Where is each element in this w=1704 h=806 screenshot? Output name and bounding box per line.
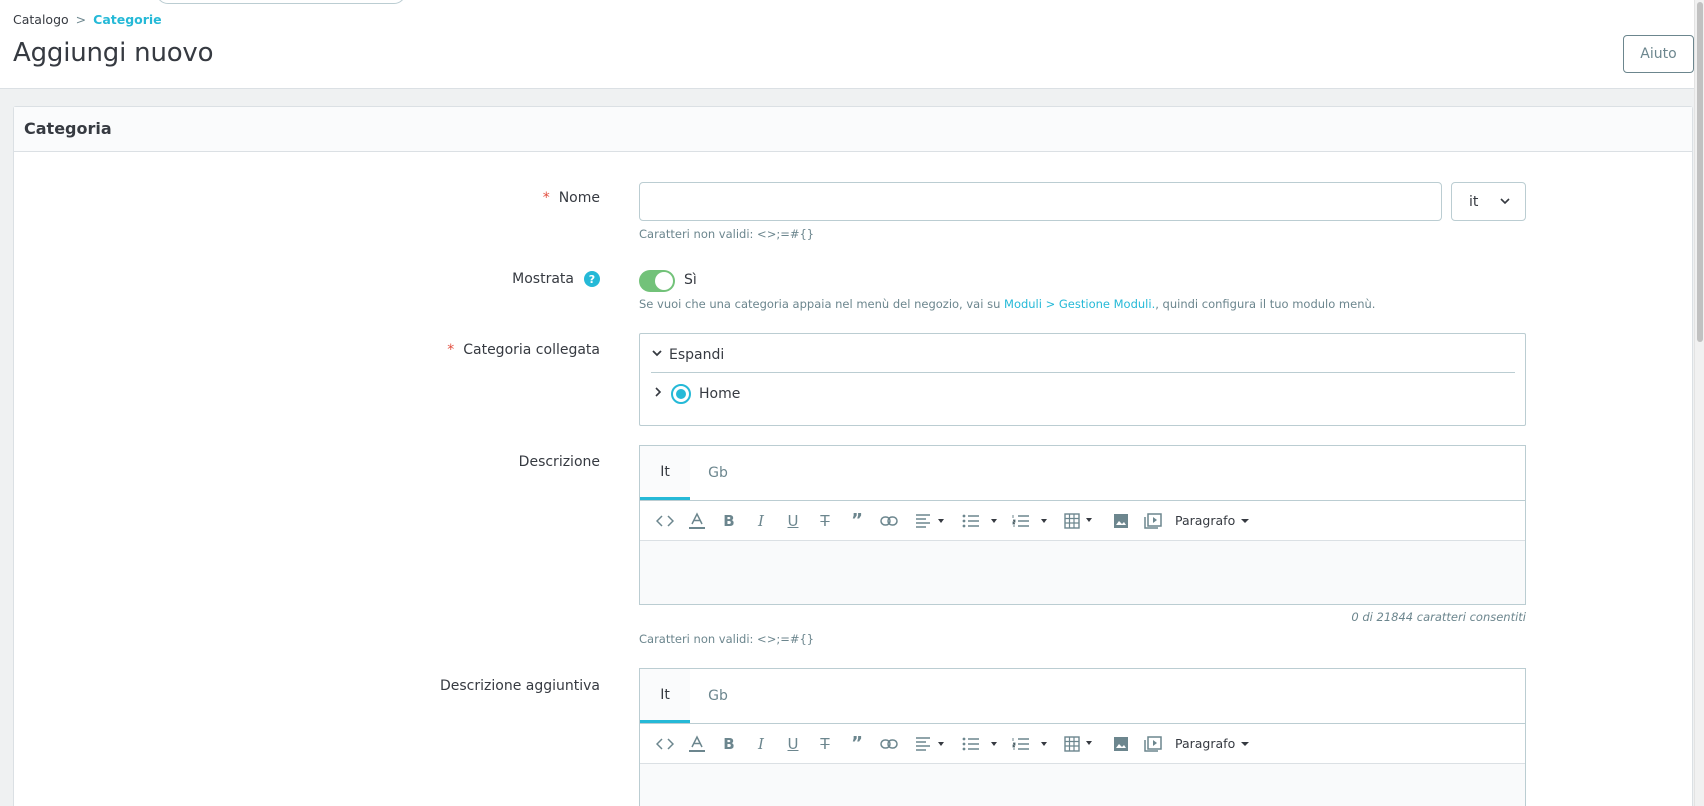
additional-description-text-area[interactable]: [640, 764, 1525, 806]
help-button[interactable]: Aiuto: [1623, 35, 1694, 73]
displayed-state-label: Sì: [684, 272, 697, 288]
quote-icon[interactable]: ”: [841, 509, 873, 533]
page-header: Catalogo > Categorie Aggiungi nuovo Aiuto: [0, 0, 1694, 89]
language-dropdown[interactable]: it: [1451, 182, 1526, 221]
expand-tree-button[interactable]: Espandi: [651, 347, 724, 363]
quote-icon[interactable]: ”: [841, 732, 873, 756]
description-hint: Caratteri non validi: <>;=#{}: [639, 632, 815, 646]
breadcrumb-categories[interactable]: Categorie: [93, 12, 162, 27]
parent-category-label: * Categoria collegata: [447, 342, 600, 358]
tab-it[interactable]: It: [640, 446, 690, 500]
table-icon[interactable]: [1055, 509, 1105, 533]
numbered-list-icon[interactable]: [1005, 509, 1055, 533]
description-text-area[interactable]: [640, 541, 1525, 604]
breadcrumb: Catalogo > Categorie: [13, 12, 162, 27]
tab-gb[interactable]: Gb: [693, 669, 743, 723]
tree-item-home[interactable]: Home: [653, 384, 740, 404]
text-color-icon[interactable]: [681, 509, 713, 533]
caret-down-icon: [1241, 518, 1250, 523]
name-label: * Nome: [542, 190, 600, 206]
text-color-icon[interactable]: [681, 732, 713, 756]
code-icon[interactable]: [649, 509, 681, 533]
description-lang-tabs: It Gb: [640, 446, 1525, 501]
breadcrumb-separator: >: [75, 12, 87, 27]
bold-icon[interactable]: B: [713, 509, 745, 533]
media-icon[interactable]: [1137, 732, 1169, 756]
tab-it[interactable]: It: [640, 669, 690, 723]
chevron-right-icon[interactable]: [653, 386, 663, 402]
additional-description-label: Descrizione aggiuntiva: [439, 678, 600, 694]
bullet-list-icon[interactable]: [955, 732, 1005, 756]
bold-icon[interactable]: B: [713, 732, 745, 756]
home-radio[interactable]: [671, 384, 691, 404]
strikethrough-icon[interactable]: T: [809, 509, 841, 533]
underline-icon[interactable]: U: [777, 509, 809, 533]
image-icon[interactable]: [1105, 732, 1137, 756]
displayed-toggle[interactable]: [639, 270, 675, 292]
italic-icon[interactable]: I: [745, 509, 777, 533]
editor-toolbar: B I U T ” Paragrafo: [640, 501, 1525, 541]
name-hint: Caratteri non validi: <>;=#{}: [639, 227, 815, 241]
format-dropdown[interactable]: Paragrafo: [1175, 736, 1250, 751]
media-icon[interactable]: [1137, 509, 1169, 533]
description-counter: 0 di 21844 caratteri consentiti: [1351, 610, 1526, 624]
additional-description-editor: It Gb B I U T ” Paragrafo: [639, 668, 1526, 806]
bullet-list-icon[interactable]: [955, 509, 1005, 533]
category-tree: Espandi Home: [639, 333, 1526, 426]
align-dropdown-icon[interactable]: [905, 509, 955, 533]
chevron-down-icon: [1499, 195, 1511, 211]
additional-description-lang-tabs: It Gb: [640, 669, 1525, 724]
image-icon[interactable]: [1105, 509, 1137, 533]
modules-link[interactable]: Moduli > Gestione Moduli.: [1004, 297, 1155, 311]
format-dropdown[interactable]: Paragrafo: [1175, 513, 1250, 528]
italic-icon[interactable]: I: [745, 732, 777, 756]
help-icon[interactable]: ?: [584, 271, 600, 287]
underline-icon[interactable]: U: [777, 732, 809, 756]
displayed-hint: Se vuoi che una categoria appaia nel men…: [639, 297, 1376, 311]
required-mark: *: [447, 342, 455, 358]
editor-toolbar: B I U T ” Paragrafo: [640, 724, 1525, 764]
displayed-label: Mostrata?: [512, 271, 600, 287]
caret-down-icon: [1241, 741, 1250, 746]
align-dropdown-icon[interactable]: [905, 732, 955, 756]
card-title: Categoria: [14, 107, 1692, 152]
tree-divider: [651, 372, 1515, 373]
tab-gb[interactable]: Gb: [693, 446, 743, 500]
breadcrumb-catalog[interactable]: Catalogo: [13, 12, 69, 27]
scrollbar-thumb[interactable]: [1697, 2, 1703, 342]
name-input[interactable]: [639, 182, 1442, 221]
required-mark: *: [542, 190, 550, 206]
numbered-list-icon[interactable]: [1005, 732, 1055, 756]
chevron-down-icon: [651, 347, 663, 363]
code-icon[interactable]: [649, 732, 681, 756]
header-search-field[interactable]: [156, 0, 406, 4]
description-editor: It Gb B I U T ” Paragrafo: [639, 445, 1526, 605]
link-icon[interactable]: [873, 509, 905, 533]
page-title: Aggiungi nuovo: [13, 38, 214, 68]
page-scrollbar[interactable]: [1694, 0, 1704, 806]
description-label: Descrizione: [518, 454, 600, 470]
table-icon[interactable]: [1055, 732, 1105, 756]
link-icon[interactable]: [873, 732, 905, 756]
language-value: it: [1469, 193, 1479, 210]
strikethrough-icon[interactable]: T: [809, 732, 841, 756]
